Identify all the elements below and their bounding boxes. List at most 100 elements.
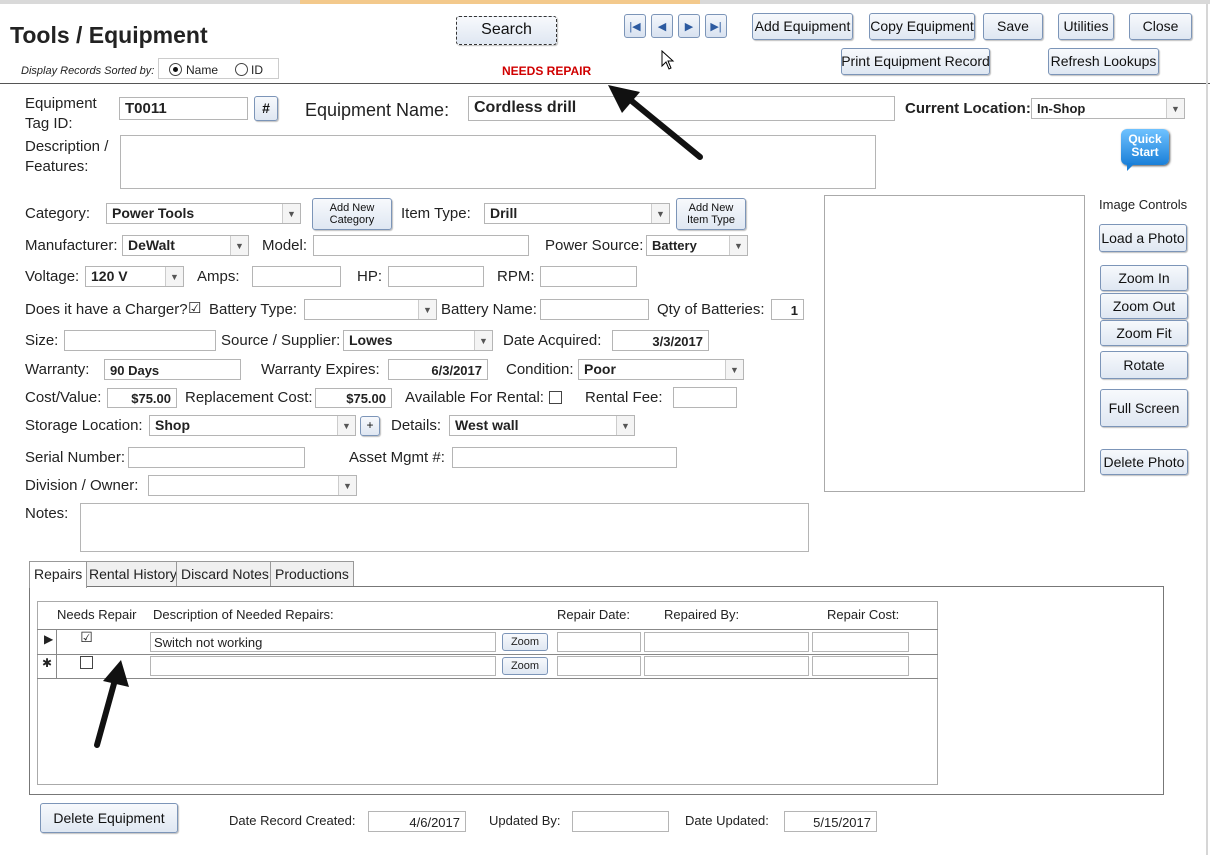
add-storage-button[interactable]: + <box>360 416 380 436</box>
tag-id-field[interactable]: T0011 <box>119 97 248 120</box>
category-select[interactable]: Power Tools ▼ <box>106 203 301 224</box>
chevron-down-icon[interactable]: ▼ <box>338 476 356 495</box>
tag-hash-button[interactable]: # <box>254 96 278 121</box>
chevron-down-icon[interactable]: ▼ <box>165 267 183 286</box>
zoom-description-button[interactable]: Zoom <box>502 657 548 675</box>
repair-cost-field[interactable] <box>812 656 909 676</box>
rotate-button[interactable]: Rotate <box>1100 351 1188 379</box>
delete-equipment-button[interactable]: Delete Equipment <box>40 803 178 833</box>
repair-date-field[interactable] <box>557 632 641 652</box>
battery-name-field[interactable] <box>540 299 649 320</box>
sort-name-radio[interactable] <box>169 63 182 76</box>
rental-fee-field[interactable] <box>673 387 737 408</box>
details-select[interactable]: West wall ▼ <box>449 415 635 436</box>
status-badge: NEEDS REPAIR <box>502 64 592 78</box>
zoom-description-button[interactable]: Zoom <box>502 633 548 651</box>
full-screen-button[interactable]: Full Screen <box>1100 389 1188 427</box>
power-select[interactable]: Battery ▼ <box>646 235 748 256</box>
close-button[interactable]: Close <box>1129 13 1192 40</box>
warranty-expires-field[interactable]: 6/3/2017 <box>388 359 488 380</box>
photo-frame[interactable] <box>824 195 1085 492</box>
date-acquired-field[interactable]: 3/3/2017 <box>612 330 709 351</box>
chevron-down-icon[interactable]: ▼ <box>418 300 436 319</box>
notes-label: Notes: <box>25 505 69 522</box>
next-record-icon[interactable]: ▶ <box>678 14 700 38</box>
chevron-down-icon[interactable]: ▼ <box>230 236 248 255</box>
storage-label: Storage Location: <box>25 417 143 434</box>
storage-select[interactable]: Shop ▼ <box>149 415 356 436</box>
first-record-icon[interactable]: |◀ <box>624 14 646 38</box>
rental-available-checkbox[interactable] <box>549 391 562 404</box>
rpm-field[interactable] <box>540 266 637 287</box>
updated-by-field[interactable] <box>572 811 669 832</box>
serial-field[interactable] <box>128 447 305 468</box>
repair-cost-field[interactable] <box>812 632 909 652</box>
print-record-button[interactable]: Print Equipment Record <box>841 48 990 75</box>
repair-date-field[interactable] <box>557 656 641 676</box>
repair-description-field[interactable]: Switch not working <box>150 632 496 652</box>
delete-photo-button[interactable]: Delete Photo <box>1100 449 1188 475</box>
description-field[interactable] <box>120 135 876 189</box>
location-select[interactable]: In-Shop ▼ <box>1031 98 1185 119</box>
charger-checkbox[interactable]: ☑ <box>188 301 201 316</box>
zoom-out-button[interactable]: Zoom Out <box>1100 293 1188 319</box>
chevron-down-icon[interactable]: ▼ <box>725 360 743 379</box>
add-equipment-button[interactable]: Add Equipment <box>752 13 853 40</box>
last-record-icon[interactable]: ▶| <box>705 14 727 38</box>
amps-field[interactable] <box>252 266 341 287</box>
needs-repair-checkbox[interactable]: ☑ <box>80 630 93 645</box>
copy-equipment-button[interactable]: Copy Equipment <box>869 13 975 40</box>
new-record-icon[interactable]: ✱ <box>42 656 52 670</box>
add-item-type-label: Add New Item Type <box>686 202 736 226</box>
replacement-field[interactable]: $75.00 <box>315 388 392 408</box>
quick-start-icon[interactable]: Quick Start <box>1121 129 1169 165</box>
battery-type-select[interactable]: ▼ <box>304 299 437 320</box>
cost-field[interactable]: $75.00 <box>107 388 177 408</box>
source-select[interactable]: Lowes ▼ <box>343 330 493 351</box>
voltage-select[interactable]: 120 V ▼ <box>85 266 184 287</box>
repair-description-field[interactable] <box>150 656 496 676</box>
date-updated-label: Date Updated: <box>685 813 769 828</box>
model-field[interactable] <box>313 235 529 256</box>
record-selector-icon[interactable]: ▶ <box>44 632 53 646</box>
chevron-down-icon[interactable]: ▼ <box>474 331 492 350</box>
date-created-field[interactable]: 4/6/2017 <box>368 811 466 832</box>
chevron-down-icon[interactable]: ▼ <box>729 236 747 255</box>
search-button[interactable]: Search <box>456 16 557 45</box>
col-needs-repair: Needs Repair <box>57 607 137 622</box>
notes-field[interactable] <box>80 503 809 552</box>
warranty-field[interactable]: 90 Days <box>104 359 241 380</box>
condition-select[interactable]: Poor ▼ <box>578 359 744 380</box>
manufacturer-select[interactable]: DeWalt ▼ <box>122 235 249 256</box>
item-type-select[interactable]: Drill ▼ <box>484 203 670 224</box>
category-label: Category: <box>25 205 91 222</box>
tab-repairs[interactable]: Repairs <box>29 561 88 588</box>
zoom-in-button[interactable]: Zoom In <box>1100 265 1188 291</box>
date-updated-field[interactable]: 5/15/2017 <box>784 811 877 832</box>
repaired-by-field[interactable] <box>644 632 809 652</box>
hp-field[interactable] <box>388 266 484 287</box>
tab-rental-history[interactable]: Rental History <box>84 561 182 586</box>
size-field[interactable] <box>64 330 216 351</box>
division-select[interactable]: ▼ <box>148 475 357 496</box>
chevron-down-icon[interactable]: ▼ <box>1166 99 1184 118</box>
zoom-fit-button[interactable]: Zoom Fit <box>1100 320 1188 346</box>
chevron-down-icon[interactable]: ▼ <box>337 416 355 435</box>
chevron-down-icon[interactable]: ▼ <box>651 204 669 223</box>
add-category-button[interactable]: Add New Category <box>312 198 392 230</box>
load-photo-button[interactable]: Load a Photo <box>1099 224 1187 252</box>
repaired-by-field[interactable] <box>644 656 809 676</box>
add-item-type-button[interactable]: Add New Item Type <box>676 198 746 230</box>
refresh-lookups-button[interactable]: Refresh Lookups <box>1048 48 1159 75</box>
prev-record-icon[interactable]: ◀ <box>651 14 673 38</box>
save-button[interactable]: Save <box>983 13 1043 40</box>
chevron-down-icon[interactable]: ▼ <box>282 204 300 223</box>
sort-id-radio[interactable] <box>235 63 248 76</box>
chevron-down-icon[interactable]: ▼ <box>616 416 634 435</box>
asset-field[interactable] <box>452 447 677 468</box>
tab-productions[interactable]: Productions <box>270 561 354 586</box>
qty-field[interactable]: 1 <box>771 299 804 320</box>
utilities-button[interactable]: Utilities <box>1058 13 1114 40</box>
tab-discard-notes[interactable]: Discard Notes <box>176 561 274 586</box>
condition-label: Condition: <box>506 361 574 378</box>
